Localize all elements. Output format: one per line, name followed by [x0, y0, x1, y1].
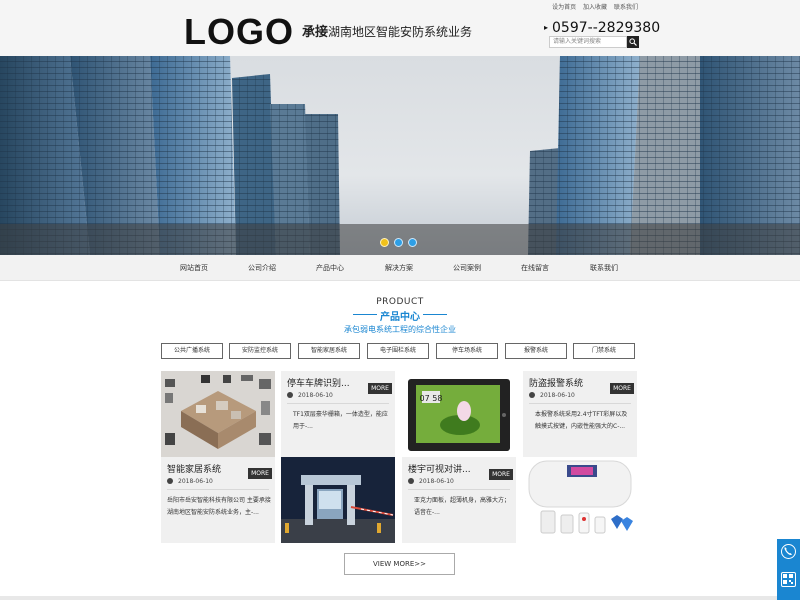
header-slogan: 承接湖南地区智能安防系统业务 — [302, 23, 472, 42]
product-date-text: 2018-06-10 — [178, 478, 213, 485]
tab-access-control[interactable]: 门禁系统 — [573, 343, 635, 359]
nav-cases[interactable]: 公司案例 — [453, 263, 481, 273]
nav-solutions[interactable]: 解决方案 — [385, 263, 413, 273]
tab-public-broadcast[interactable]: 公共广播系统 — [161, 343, 223, 359]
product-card-plate-recognition[interactable]: 停车车牌识别... MORE 2018-06-10 TF1双层豪华栅箱，一体造型… — [281, 371, 395, 457]
more-button[interactable]: MORE — [368, 383, 392, 394]
slider-dot-3[interactable] — [408, 238, 417, 247]
slogan-bold: 承接 — [302, 25, 329, 40]
nav-home[interactable]: 网站首页 — [180, 263, 208, 273]
footer-strip — [0, 596, 777, 600]
product-date-text: 2018-06-10 — [540, 392, 575, 399]
product-title[interactable]: 停车车牌识别... — [287, 376, 350, 389]
product-card-video-intercom[interactable]: 楼宇可视对讲... MORE 2018-06-10 亚克力面板，超薄机身，高雅大… — [402, 457, 516, 543]
tab-smart-home[interactable]: 智能家居系统 — [298, 343, 360, 359]
search-input[interactable]: 请输入关键词搜索 — [549, 36, 627, 48]
product-image-plate-recognition[interactable] — [281, 457, 395, 543]
banner-slider — [0, 56, 800, 255]
parking-gate-picture — [281, 457, 395, 543]
divider — [287, 403, 389, 404]
site-logo[interactable]: LOGO — [184, 12, 294, 52]
title-line-right — [423, 314, 447, 315]
top-links: 设为首页 加入收藏 联系我们 — [547, 2, 638, 11]
smart-home-picture — [165, 375, 271, 449]
divider — [167, 489, 269, 490]
product-date: 2018-06-10 — [408, 477, 454, 485]
svg-text:07 58: 07 58 — [420, 394, 443, 403]
product-date-text: 2018-06-10 — [298, 392, 333, 399]
product-title[interactable]: 防盗报警系统 — [529, 376, 583, 389]
product-card-burglar-alarm[interactable]: 防盗报警系统 MORE 2018-06-10 本报警系统采用2.4寸TFT彩屏以… — [523, 371, 637, 457]
clock-icon — [529, 391, 535, 398]
section-title-cn: 产品中心 — [380, 312, 420, 323]
product-date: 2018-06-10 — [529, 391, 575, 399]
tab-electric-fence[interactable]: 电子围栏系统 — [367, 343, 429, 359]
product-title[interactable]: 智能家居系统 — [167, 462, 221, 475]
product-image-video-intercom[interactable]: 07 58 — [402, 371, 516, 457]
product-desc: TF1双层豪华栅箱，一体造型，能应用于-... — [293, 411, 388, 430]
phone-icon[interactable] — [781, 544, 796, 559]
product-date: 2018-06-10 — [167, 477, 213, 485]
tab-security-monitoring[interactable]: 安防监控系统 — [229, 343, 291, 359]
nav-contact[interactable]: 联系我们 — [590, 263, 618, 273]
nav-messages[interactable]: 在线留言 — [521, 263, 549, 273]
slider-dot-1[interactable] — [380, 238, 389, 247]
product-date: 2018-06-10 — [287, 391, 333, 399]
section-title-en: PRODUCT — [376, 297, 424, 307]
divider — [408, 489, 510, 490]
more-button[interactable]: MORE — [248, 468, 272, 479]
product-desc: 岳阳市岳安智能科技有限公司 主要承接湖南地区智能安防系统业务，主-... — [167, 497, 271, 516]
main-nav: 网站首页 公司介绍 产品中心 解决方案 公司案例 在线留言 联系我们 — [0, 255, 800, 281]
link-contact-us[interactable]: 联系我们 — [614, 4, 638, 11]
clock-icon — [408, 477, 414, 484]
product-title[interactable]: 楼宇可视对讲... — [408, 462, 471, 475]
product-card-smart-home[interactable]: 智能家居系统 MORE 2018-06-10 岳阳市岳安智能科技有限公司 主要承… — [161, 457, 275, 543]
nav-products[interactable]: 产品中心 — [316, 263, 344, 273]
product-desc: 亚克力面板，超薄机身，高雅大方；语音在-... — [414, 497, 511, 516]
slogan-text: 湖南地区智能安防系统业务 — [328, 25, 473, 39]
more-button[interactable]: MORE — [610, 383, 634, 394]
divider — [529, 403, 631, 404]
search-button[interactable] — [627, 36, 639, 48]
nav-about[interactable]: 公司介绍 — [248, 263, 276, 273]
slider-dot-2[interactable] — [394, 238, 403, 247]
header: LOGO 承接湖南地区智能安防系统业务 设为首页 加入收藏 联系我们 ▸ 0597… — [0, 0, 800, 56]
phone-number: ▸ 0597--2829380 — [544, 19, 660, 37]
product-image-burglar-alarm[interactable] — [523, 457, 637, 543]
tab-alarm[interactable]: 报警系统 — [505, 343, 567, 359]
qrcode-icon[interactable] — [781, 572, 796, 587]
link-add-favorite[interactable]: 加入收藏 — [583, 4, 607, 11]
search-icon — [629, 38, 637, 46]
clock-icon — [167, 477, 173, 484]
phone-text: 0597--2829380 — [552, 20, 661, 36]
tab-parking[interactable]: 停车场系统 — [436, 343, 498, 359]
slider-dots — [380, 238, 417, 247]
phone-arrow-icon: ▸ — [544, 23, 549, 32]
product-date-text: 2018-06-10 — [419, 478, 454, 485]
view-more-button[interactable]: VIEW MORE>> — [344, 553, 455, 575]
side-toolbar — [777, 539, 800, 600]
alarm-kit-picture — [528, 460, 633, 534]
intercom-picture: 07 58 — [408, 379, 510, 451]
clock-icon — [287, 391, 293, 398]
link-set-homepage[interactable]: 设为首页 — [552, 4, 576, 11]
product-image-smart-home[interactable] — [161, 371, 275, 457]
search-box: 请输入关键词搜索 — [549, 36, 639, 48]
product-desc: 本报警系统采用2.4寸TFT彩屏以及触摸式按键，内嵌性能强大的C-... — [535, 411, 628, 430]
section-subtitle: 承包弱电系统工程的综合性企业 — [344, 325, 456, 334]
more-button[interactable]: MORE — [489, 469, 513, 480]
